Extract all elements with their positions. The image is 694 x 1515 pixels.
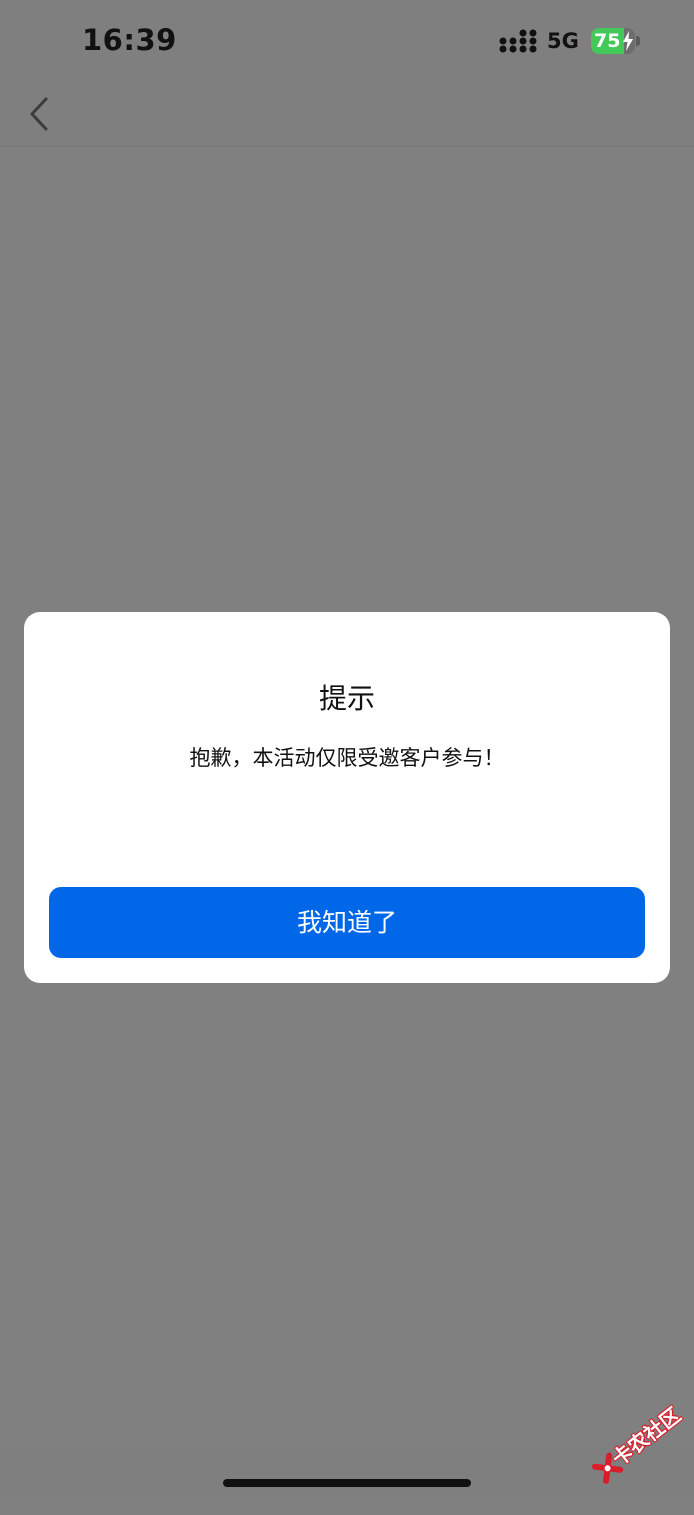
battery-level: 75 [594,30,621,52]
chevron-left-icon[interactable] [24,94,54,134]
status-time: 16:39 [82,23,177,57]
status-bar: 16:39 5G 75 [0,0,694,82]
home-indicator[interactable] [223,1479,471,1487]
bolt-icon [623,31,633,51]
battery-body: 75 [591,28,635,54]
signal-dots-icon [499,29,537,53]
confirm-button[interactable]: 我知道了 [49,887,645,958]
dialog-message: 抱歉，本活动仅限受邀客户参与！ [189,746,505,770]
dialog-title: 提示 [318,682,375,715]
network-type: 5G [547,29,579,53]
nav-bar [0,82,694,147]
battery-cap [636,36,640,46]
watermark-text: 卡农社区 [607,1402,686,1471]
battery-indicator: 75 [591,28,641,54]
